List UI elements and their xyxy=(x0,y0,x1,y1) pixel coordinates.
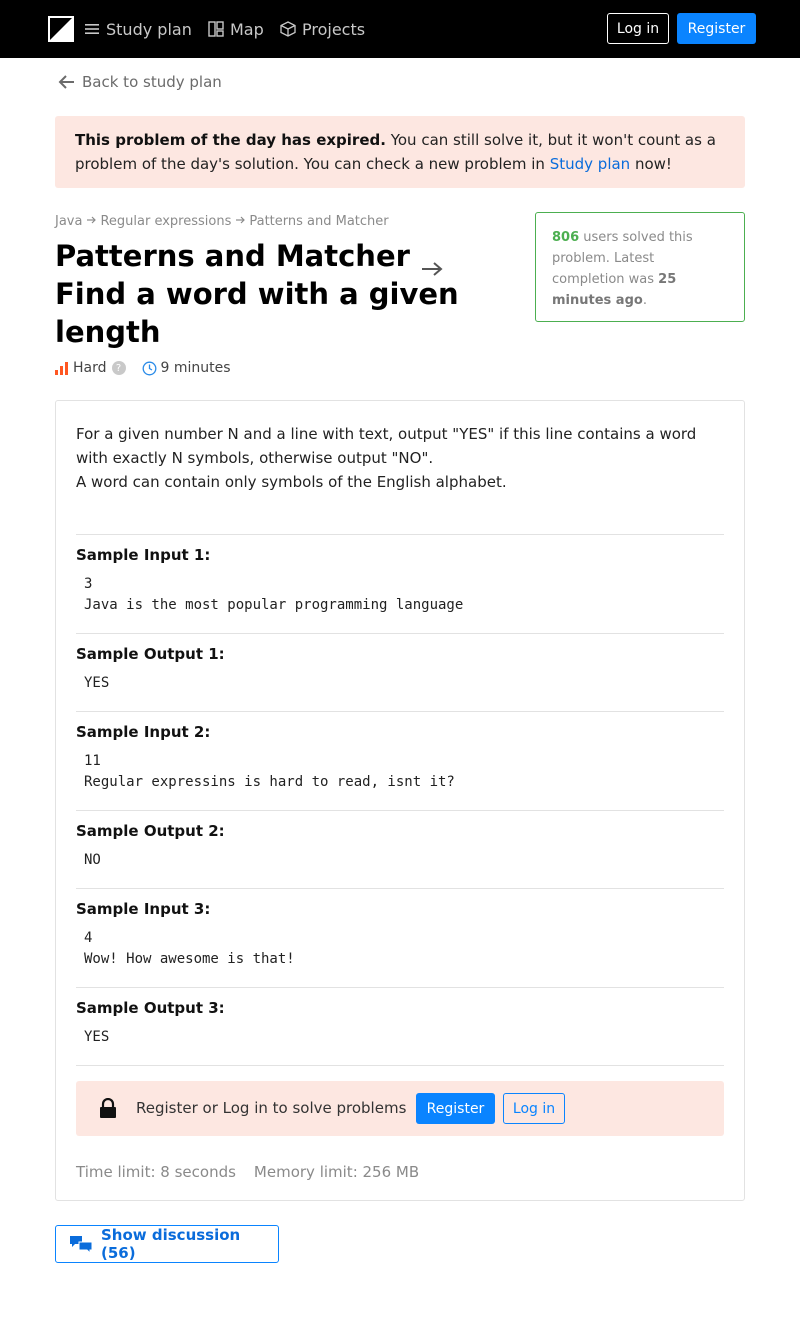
cube-icon xyxy=(280,21,296,37)
help-icon[interactable]: ? xyxy=(111,361,126,375)
nav-study-plan-label: Study plan xyxy=(106,19,192,39)
sample-input-3-title: Sample Input 3: xyxy=(76,900,211,918)
difficulty-bars-icon xyxy=(55,361,69,375)
top-navbar: Study plan Map Projects Log in Register xyxy=(0,0,800,58)
divider xyxy=(76,711,724,712)
sample-output-1-title: Sample Output 1: xyxy=(76,645,225,663)
sample-output-3-code: YES xyxy=(84,1029,110,1045)
solved-stats-card: 806 users solved this problem. Latest co… xyxy=(535,212,745,322)
lock-icon xyxy=(99,1097,117,1118)
sample-output-3-title: Sample Output 3: xyxy=(76,999,225,1017)
arrow-right-icon xyxy=(86,214,97,229)
map-icon xyxy=(208,21,224,37)
login-required-text: Register or Log in to solve problems xyxy=(136,1099,407,1117)
sample-input-2-title: Sample Input 2: xyxy=(76,723,211,741)
divider xyxy=(76,1065,724,1066)
problem-box: For a given number N and a line with tex… xyxy=(55,400,745,1201)
sample-input-3-code: 4 Wow! How awesome is that! xyxy=(84,930,295,967)
logo-icon[interactable] xyxy=(48,16,74,42)
nav-projects[interactable]: Projects xyxy=(280,18,365,40)
divider xyxy=(76,534,724,535)
show-discussion-button[interactable]: Show discussion (56) xyxy=(55,1225,279,1263)
login-required-bar: Register or Log in to solve problems Reg… xyxy=(76,1081,724,1136)
arrow-right-icon xyxy=(235,214,246,229)
divider xyxy=(76,810,724,811)
solved-count: 806 xyxy=(552,230,580,245)
sample-output-2-title: Sample Output 2: xyxy=(76,822,225,840)
register-button[interactable]: Register xyxy=(677,13,756,44)
nav-map-label: Map xyxy=(230,19,264,39)
nav-map[interactable]: Map xyxy=(208,18,264,40)
alert-bold-text: This problem of the day has expired. xyxy=(75,131,386,149)
back-link-label: Back to study plan xyxy=(82,73,222,91)
breadcrumb-regex[interactable]: Regular expressions xyxy=(100,214,231,229)
limits: Time limit: 8 seconds Memory limit: 256 … xyxy=(76,1163,419,1181)
expired-alert: This problem of the day has expired. You… xyxy=(55,116,745,188)
divider xyxy=(76,633,724,634)
nav-study-plan[interactable]: Study plan xyxy=(84,18,192,40)
time-limit: Time limit: 8 seconds xyxy=(76,1163,236,1181)
back-to-study-plan-link[interactable]: Back to study plan xyxy=(58,73,222,91)
breadcrumb: Java Regular expressions Patterns and Ma… xyxy=(55,214,389,229)
solved-period: . xyxy=(642,293,647,308)
register-button[interactable]: Register xyxy=(416,1093,495,1124)
divider xyxy=(76,987,724,988)
title-problem: Find a word with a given length xyxy=(55,277,459,349)
difficulty-label: Hard xyxy=(73,360,107,376)
show-discussion-label: Show discussion (56) xyxy=(101,1226,241,1262)
problem-description: For a given number N and a line with tex… xyxy=(76,422,716,494)
arrow-left-icon xyxy=(58,74,76,90)
login-button[interactable]: Log in xyxy=(503,1093,565,1124)
sample-output-1-code: YES xyxy=(84,675,110,691)
sample-input-1-code: 3 Java is the most popular programming l… xyxy=(84,576,464,613)
chat-bubbles-icon xyxy=(69,1235,93,1255)
nav-projects-label: Projects xyxy=(302,19,366,39)
time-estimate: 9 minutes xyxy=(160,360,231,376)
sample-output-2-code: NO xyxy=(84,852,101,868)
problem-meta: Hard ? 9 minutes xyxy=(55,360,231,376)
menu-icon xyxy=(84,21,100,37)
page-title: Patterns and Matcher Find a word with a … xyxy=(55,237,475,351)
sample-input-1-title: Sample Input 1: xyxy=(76,546,211,564)
title-topic[interactable]: Patterns and Matcher xyxy=(55,239,410,273)
study-plan-link[interactable]: Study plan xyxy=(550,155,630,173)
divider xyxy=(76,888,724,889)
breadcrumb-patterns[interactable]: Patterns and Matcher xyxy=(249,214,388,229)
memory-limit: Memory limit: 256 MB xyxy=(253,1163,420,1181)
breadcrumb-java[interactable]: Java xyxy=(55,214,82,229)
description-line-1: For a given number N and a line with tex… xyxy=(76,425,697,467)
arrow-right-icon xyxy=(420,249,444,276)
sample-input-2-code: 11 Regular expressins is hard to read, i… xyxy=(84,753,455,790)
clock-icon xyxy=(142,361,157,376)
alert-tail: now! xyxy=(630,155,672,173)
login-button[interactable]: Log in xyxy=(607,13,669,44)
description-line-2: A word can contain only symbols of the E… xyxy=(76,473,507,491)
